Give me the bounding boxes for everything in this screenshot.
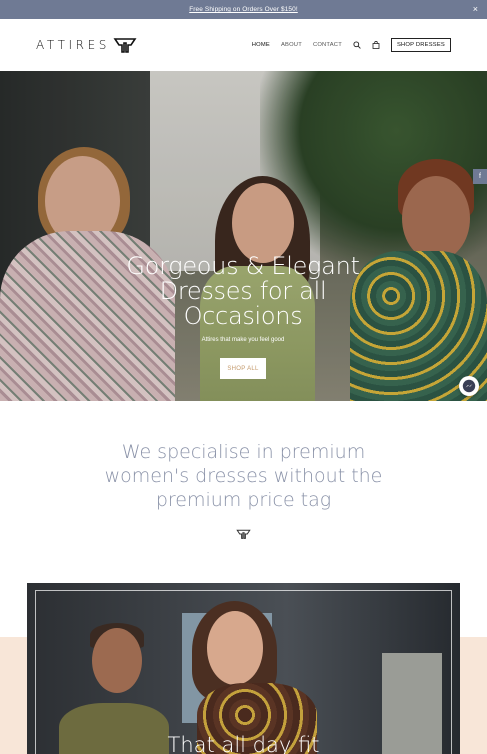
logo[interactable]: ATTIRES (36, 37, 137, 53)
feature-frame (35, 590, 452, 754)
messenger-glyph-icon (462, 379, 476, 393)
main-nav: HOME ABOUT CONTACT SHOP DRESSES (241, 38, 451, 52)
logo-text: ATTIRES (36, 38, 111, 52)
tagline-heading: We specialise in premium women's dresses… (104, 441, 383, 511)
messenger-icon[interactable] (459, 376, 479, 396)
announcement-bar: Free Shipping on Orders Over $150! × (0, 0, 487, 19)
feature-image: That all day fit (27, 583, 460, 754)
nav-contact[interactable]: CONTACT (313, 42, 342, 48)
hero-subtitle: Attires that make you feel good (201, 337, 285, 343)
logo-mark-icon (236, 529, 251, 539)
logo-mark-icon (113, 38, 137, 53)
facebook-icon[interactable]: f (473, 169, 487, 184)
search-icon[interactable] (353, 41, 361, 49)
free-shipping-link[interactable]: Free Shipping on Orders Over $150! (189, 6, 298, 13)
close-icon[interactable]: × (473, 4, 478, 14)
cart-icon[interactable] (372, 41, 380, 49)
feature-title: That all day fit (167, 733, 320, 754)
shop-all-button[interactable]: SHOP ALL (220, 358, 266, 379)
hero-title: Gorgeous & Elegant Dresses for all Occas… (126, 252, 360, 330)
hero-overlay (0, 71, 487, 401)
shop-dresses-button[interactable]: SHOP DRESSES (390, 38, 451, 52)
nav-about[interactable]: ABOUT (281, 42, 302, 48)
hero-banner: Gorgeous & Elegant Dresses for all Occas… (0, 71, 487, 401)
nav-home[interactable]: HOME (252, 42, 270, 48)
site-header: ATTIRES HOME ABOUT CONTACT SHOP DRESSES (0, 19, 487, 71)
